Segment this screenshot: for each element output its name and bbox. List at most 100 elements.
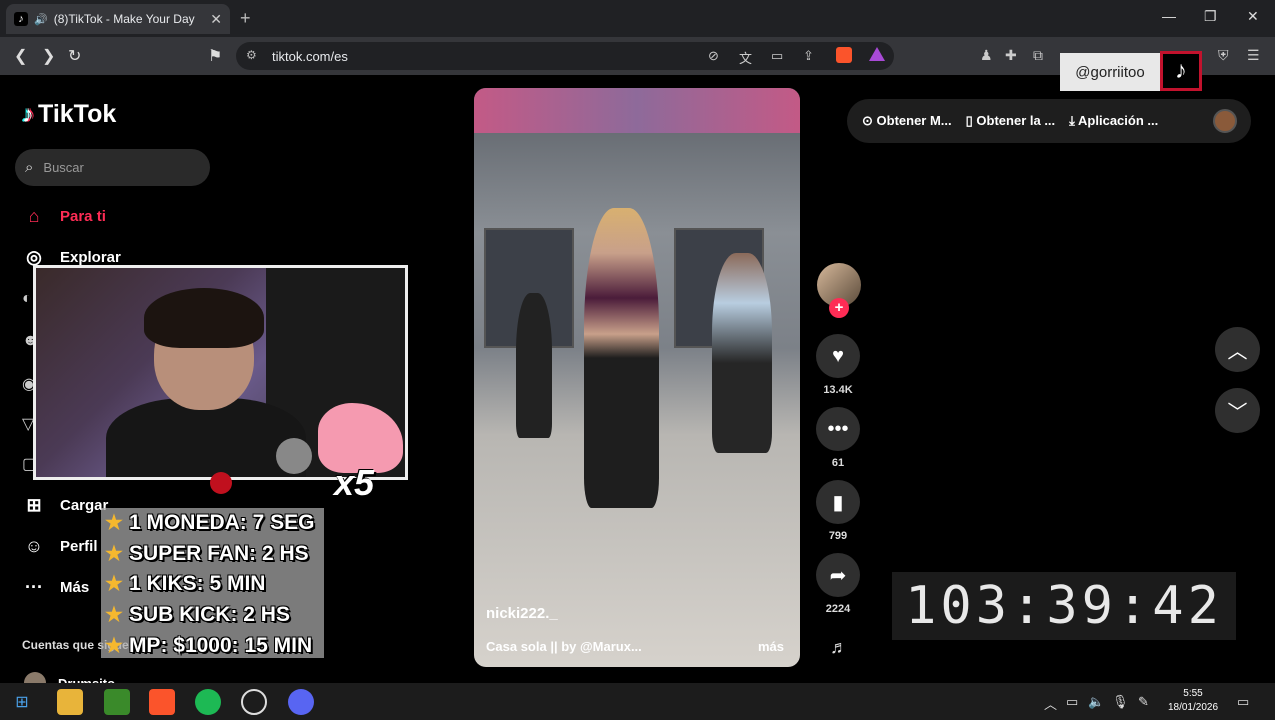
save-action[interactable]: ▮ 799 — [815, 480, 861, 542]
extension-icon[interactable]: ♟ — [980, 47, 993, 64]
sidebar-item-label: Para ti — [60, 208, 106, 225]
video-player[interactable]: nicki222._ Casa sola || by @Marux... más — [474, 88, 800, 667]
microphone-icon[interactable]: 🎙 — [1112, 694, 1129, 710]
microphone-icon — [276, 438, 312, 474]
profile-avatar-icon: ☺ — [24, 536, 44, 556]
spotify-icon[interactable] — [195, 689, 221, 715]
sidebar-item-cargar[interactable]: ⊞ Cargar — [22, 495, 108, 516]
share-arrow-icon[interactable]: ➦ — [816, 553, 860, 597]
star-icon: ★ — [105, 604, 123, 626]
chevron-up-icon: ︿ — [1227, 341, 1248, 363]
puzzle-icon[interactable]: ✚ — [1005, 47, 1017, 64]
forward-button[interactable]: ❯ — [42, 46, 55, 66]
system-clock[interactable]: 5:55 18/01/2026 — [1162, 687, 1224, 715]
rule-text: SUB KICK: 2 HS — [128, 602, 290, 626]
brand-name: TikTok — [38, 100, 117, 128]
reader-icon[interactable]: ⧉ — [1033, 47, 1043, 64]
tab-tiktok[interactable]: ♪ 🔊 (8)TikTok - Make Your Day ✕ — [6, 4, 230, 34]
back-button[interactable]: ❮ — [14, 46, 27, 66]
sidebar-item-label: Más — [60, 579, 90, 596]
rule-item: ★ 1 MONEDA: 7 SEG — [105, 510, 314, 535]
address-bar[interactable]: ⚙ tiktok.com/es ⊘ 文 ▭ ⇪ — [236, 42, 894, 70]
clock-time: 5:55 — [1183, 688, 1203, 699]
tiktok-logo-overlay-icon: ♪ — [1160, 51, 1202, 91]
notification-icon[interactable]: ▭ — [1237, 694, 1249, 710]
download-app-button[interactable]: ⤓ Aplicación ... — [1069, 113, 1158, 129]
restore-button[interactable]: ❐ — [1204, 8, 1217, 25]
streamer-hair — [144, 288, 264, 348]
shield-icon[interactable]: ⛨ — [1218, 47, 1229, 64]
translate-icon[interactable]: 文 — [739, 48, 752, 67]
like-action[interactable]: ♥ 13.4K — [815, 334, 861, 396]
bookmark-icon[interactable]: ▮ — [816, 480, 860, 524]
previous-video-button[interactable]: ︿ — [1215, 327, 1260, 372]
speaker-icon[interactable]: 🔊 — [34, 13, 48, 26]
sidebar-item-perfil[interactable]: ☺ Perfil — [22, 536, 98, 557]
comment-icon[interactable]: ••• — [816, 407, 860, 451]
rule-item: ★ MP: $1000: 15 MIN — [105, 633, 312, 658]
sidebar-item-para-ti[interactable]: ⌂ Para ti — [22, 206, 106, 227]
like-count: 13.4K — [823, 384, 853, 396]
subathon-timer: 103:39:42 — [892, 572, 1236, 640]
new-tab-button[interactable]: + — [240, 8, 251, 29]
no-tracking-icon[interactable]: ⊘ — [708, 48, 719, 64]
sidebar-item-label: Explorar — [60, 249, 121, 266]
music-disc-icon[interactable]: ♬ — [830, 637, 848, 658]
get-coins-button[interactable]: ⊙ Obtener M... — [862, 113, 952, 129]
streamer-body — [106, 398, 306, 477]
brave-icon[interactable] — [149, 689, 175, 715]
brave-shields-icon[interactable] — [836, 47, 852, 63]
volume-icon[interactable]: 🔈 — [1088, 694, 1104, 710]
rule-text: 1 MONEDA: 7 SEG — [128, 510, 315, 534]
windows-start-icon[interactable]: ⊞ — [9, 689, 35, 715]
webcam-overlay — [33, 265, 408, 480]
next-video-button[interactable]: ﹀ — [1215, 388, 1260, 433]
file-explorer-icon[interactable] — [57, 689, 83, 715]
sidebar-item-label: Perfil — [60, 538, 98, 555]
menu-icon[interactable]: ☰ — [1247, 47, 1260, 64]
more-link[interactable]: más — [758, 639, 784, 654]
follow-button[interactable]: + — [829, 298, 849, 318]
comment-action[interactable]: ••• 61 — [815, 407, 861, 469]
site-settings-icon[interactable]: ⚙ — [246, 48, 257, 62]
share-action[interactable]: ➦ 2224 — [815, 553, 861, 615]
chevron-up-icon[interactable]: ︿ — [1044, 694, 1057, 713]
following-icon[interactable]: ◐ — [22, 290, 32, 308]
share-icon[interactable]: ⇪ — [803, 48, 814, 64]
share-count: 2224 — [825, 603, 851, 615]
taskbar: ⊞ ︿ ▭ 🔈 🎙 ✎ 5:55 18/01/2026 ▭ — [0, 683, 1275, 720]
minimize-button[interactable]: — — [1162, 8, 1176, 24]
tab-title: (8)TikTok - Make Your Day — [53, 12, 195, 26]
search-icon: ⌕ — [25, 159, 34, 176]
reload-button[interactable]: ↻ — [68, 46, 81, 66]
discord-icon[interactable] — [288, 689, 314, 715]
pill-label: Aplicación ... — [1078, 113, 1159, 128]
pen-icon[interactable]: ✎ — [1138, 694, 1149, 710]
user-avatar[interactable] — [1213, 109, 1237, 133]
bookmark-icon[interactable]: ⚑ — [208, 46, 222, 66]
heart-icon[interactable]: ♥ — [816, 334, 860, 378]
close-window-button[interactable]: ✕ — [1247, 8, 1259, 25]
network-icon[interactable]: ▭ — [1066, 694, 1078, 710]
cast-icon[interactable]: ▭ — [771, 48, 783, 64]
get-app-button[interactable]: ▯ Obtener la ... — [966, 113, 1056, 129]
video-sound[interactable]: Casa sola || by @Marux... — [486, 639, 642, 654]
close-tab-icon[interactable]: ✕ — [210, 11, 222, 28]
video-ceiling-lights — [474, 88, 800, 133]
sidebar-item-mas[interactable]: ··· Más — [22, 577, 89, 598]
star-icon: ★ — [105, 573, 123, 595]
tiktok-logo[interactable]: ♪ TikTok — [22, 100, 116, 129]
star-icon: ★ — [105, 512, 123, 534]
video-author[interactable]: nicki222._ — [486, 605, 558, 622]
rule-text: 1 KIKS: 5 MIN — [128, 571, 266, 595]
brave-rewards-icon[interactable] — [869, 47, 885, 61]
rule-item: ★ SUPER FAN: 2 HS — [105, 541, 309, 566]
minecraft-icon[interactable] — [104, 689, 130, 715]
obs-icon[interactable] — [241, 689, 267, 715]
home-icon: ⌂ — [28, 206, 40, 226]
pill-label: Obtener la ... — [976, 113, 1056, 128]
search-input[interactable]: ⌕ Buscar — [15, 149, 210, 186]
dancer-figure — [516, 293, 552, 438]
top-actions-bar: ⊙ Obtener M... ▯ Obtener la ... ⤓ Aplica… — [847, 99, 1251, 143]
star-icon: ★ — [105, 543, 123, 565]
